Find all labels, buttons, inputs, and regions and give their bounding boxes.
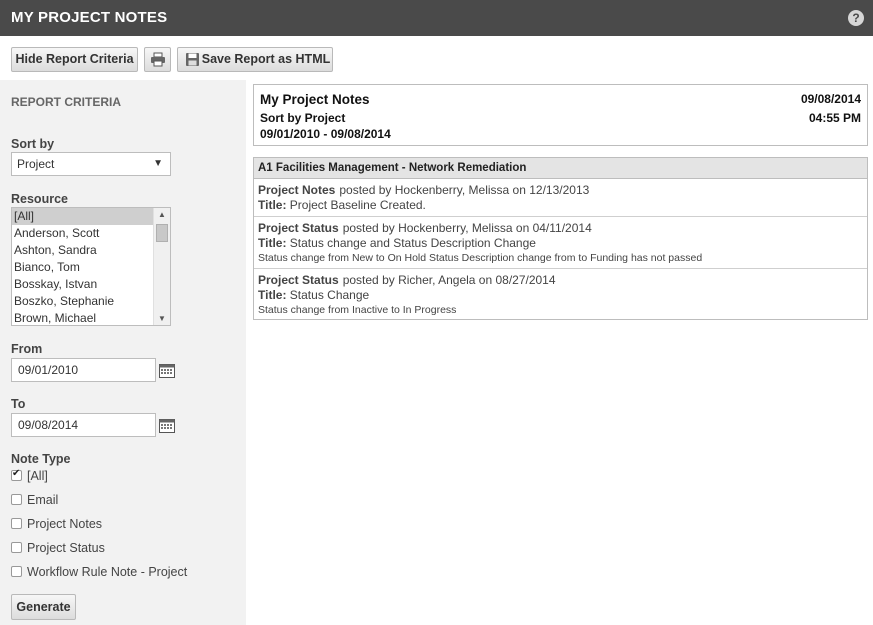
criteria-heading: REPORT CRITERIA [11, 95, 122, 109]
from-label: From [11, 342, 43, 356]
note-posted: posted by Hockenberry, Melissa on 04/11/… [342, 221, 592, 235]
note-title: Status change and Status Description Cha… [289, 236, 536, 250]
note-type-email-checkbox[interactable]: Email [11, 493, 58, 507]
checkbox[interactable] [11, 542, 22, 553]
help-icon[interactable]: ? [848, 10, 864, 26]
note-type: Project Notes [258, 183, 336, 197]
note-type-project-notes-checkbox[interactable]: Project Notes [11, 517, 102, 531]
note-title: Project Baseline Created. [289, 198, 426, 212]
note-type-workflow-rule-checkbox[interactable]: Workflow Rule Note - Project [11, 565, 187, 579]
calendar-icon[interactable] [159, 418, 175, 433]
report-title: My Project Notes [260, 92, 370, 107]
scrollbar-thumb[interactable] [156, 224, 168, 242]
report-criteria-panel: REPORT CRITERIA Sort by Project ▼ Resour… [0, 80, 246, 625]
title-bar: MY PROJECT NOTES ? [0, 0, 873, 36]
resource-option[interactable]: Ashton, Sandra [12, 242, 154, 259]
report-date: 09/08/2014 [800, 92, 861, 106]
sort-by-label: Sort by [11, 137, 55, 151]
note-detail: Status change from Inactive to In Progre… [258, 304, 457, 316]
resource-option[interactable]: Brown, Michael [12, 310, 154, 325]
note-type-all-checkbox[interactable]: [All] [11, 468, 48, 483]
save-button-label: Save Report as HTML [201, 52, 331, 66]
report-sort: Sort by Project [260, 111, 346, 125]
note-type: Project Status [258, 221, 339, 235]
checkbox[interactable] [11, 494, 22, 505]
report-header: My Project Notes Sort by Project 09/01/2… [253, 84, 868, 146]
project-heading: A1 Facilities Management - Network Remed… [254, 158, 867, 179]
note-title-label: Title: [258, 198, 287, 212]
report-date-range: 09/01/2010 - 09/08/2014 [260, 127, 391, 141]
dropdown-arrow-icon: ▼ [153, 158, 163, 169]
resource-option[interactable]: Bianco, Tom [12, 259, 154, 276]
checkbox-checked[interactable] [11, 468, 22, 481]
note-title: Status Change [289, 288, 370, 302]
note-title-label: Title: [258, 288, 287, 302]
checkbox[interactable] [11, 566, 22, 577]
sort-by-select[interactable]: Project ▼ [11, 152, 171, 176]
note-item: Project Notes posted by Hockenberry, Meli… [254, 179, 867, 217]
scroll-down-icon[interactable]: ▼ [158, 314, 166, 323]
report-time: 04:55 PM [808, 111, 861, 125]
to-date-input[interactable]: 09/08/2014 [11, 413, 156, 437]
resource-option[interactable]: Boszko, Stephanie [12, 293, 154, 310]
resource-option[interactable]: Anderson, Scott [12, 225, 154, 242]
resource-option[interactable]: [All] [12, 208, 154, 225]
from-date-input[interactable]: 09/01/2010 [11, 358, 156, 382]
sort-by-value: Project [17, 157, 55, 171]
note-item: Project Status posted by Richer, Angela o… [254, 269, 867, 320]
resource-option[interactable]: Bosskay, Istvan [12, 276, 154, 293]
listbox-scrollbar[interactable]: ▲ ▼ [153, 208, 170, 325]
print-button[interactable] [144, 47, 171, 72]
resource-listbox[interactable]: [All] Anderson, Scott Ashton, Sandra Bia… [11, 207, 171, 326]
project-notes-group: A1 Facilities Management - Network Remed… [253, 157, 868, 320]
save-report-html-button[interactable]: Save Report as HTML [177, 47, 333, 72]
note-item: Project Status posted by Hockenberry, Mel… [254, 217, 867, 269]
to-label: To [11, 397, 26, 411]
note-title-label: Title: [258, 236, 287, 250]
note-posted: posted by Richer, Angela on 08/27/2014 [342, 273, 556, 287]
checkbox[interactable] [11, 518, 22, 529]
resource-label: Resource [11, 192, 68, 206]
note-type-label: Note Type [11, 452, 71, 466]
printer-icon [151, 52, 165, 67]
save-disk-icon [186, 53, 199, 66]
hide-report-criteria-button[interactable]: Hide Report Criteria [11, 47, 138, 72]
note-type-project-status-checkbox[interactable]: Project Status [11, 541, 105, 555]
toolbar: Hide Report Criteria Save Report as HTML [0, 36, 873, 80]
page-title: MY PROJECT NOTES [11, 9, 168, 26]
calendar-icon[interactable] [159, 363, 175, 378]
note-posted: posted by Hockenberry, Melissa on 12/13/… [339, 183, 590, 197]
scroll-up-icon[interactable]: ▲ [158, 210, 166, 219]
note-type: Project Status [258, 273, 339, 287]
note-detail: Status change from New to On Hold Status… [258, 252, 703, 264]
generate-button[interactable]: Generate [11, 594, 76, 620]
